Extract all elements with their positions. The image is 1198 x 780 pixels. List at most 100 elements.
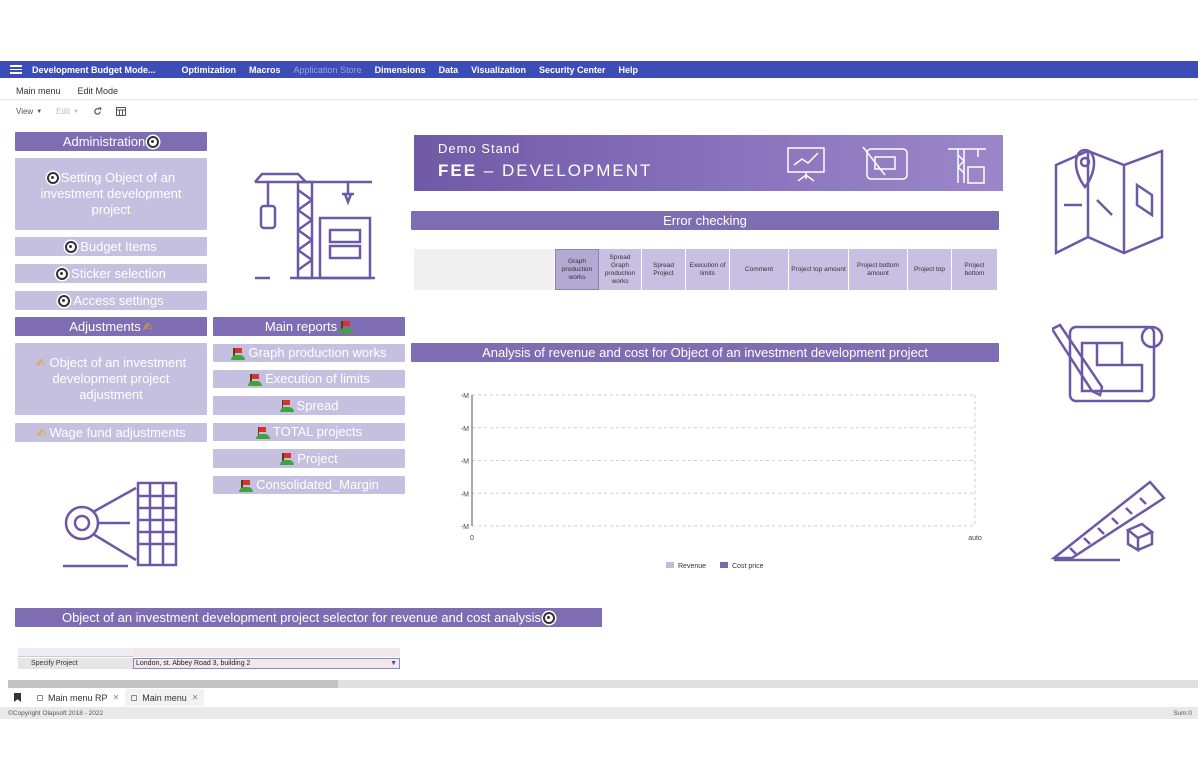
spread-button[interactable]: Spread <box>213 396 405 415</box>
sheet-icon <box>37 694 43 701</box>
analysis-header: Analysis of revenue and cost for Object … <box>411 343 999 362</box>
blueprint-banner-icon <box>862 146 908 180</box>
copyright-text: ©Copyright Olapsoft 2018 - 2022 <box>8 710 104 717</box>
golf-flag-icon <box>231 347 246 360</box>
spread-label: Spread <box>296 397 339 413</box>
bookmark-icon[interactable] <box>14 693 21 702</box>
hamburger-menu-icon[interactable] <box>10 65 22 74</box>
total-projects-label: TOTAL projects <box>272 424 363 439</box>
graph-production-label: Graph production works <box>248 345 387 360</box>
golf-flag-icon <box>248 373 263 386</box>
column-header[interactable]: Comment <box>730 249 789 290</box>
ruler-illustration-icon <box>1050 480 1166 562</box>
setting-object-label: Setting Object of an investment developm… <box>35 170 187 218</box>
close-icon[interactable]: ✕ <box>192 693 199 702</box>
edit-dropdown[interactable]: Edit ▼ <box>56 107 79 116</box>
edit-label: Edit <box>56 107 70 116</box>
demo-banner: Demo Stand FEE – DEVELOPMENT <box>414 135 1003 191</box>
table-row-header-cell <box>414 249 555 290</box>
menu-help[interactable]: Help <box>619 65 639 75</box>
object-adjustment-label: ✍ Object of an investment development pr… <box>33 355 189 403</box>
error-checking-table: Graph production works Spread Graph prod… <box>414 249 997 290</box>
y-tick-label: -M <box>461 524 469 531</box>
refresh-icon <box>94 107 102 115</box>
sheet-tab-main-menu-rp[interactable]: Main menu RP ✕ <box>31 689 125 706</box>
gear-icon <box>65 240 78 253</box>
writing-hand-icon: ✍ <box>36 425 47 440</box>
presentation-board-icon <box>787 147 825 182</box>
object-adjustment-button[interactable]: ✍ Object of an investment development pr… <box>15 343 207 415</box>
sticker-selection-label: Sticker selection <box>71 265 166 281</box>
setting-object-button[interactable]: Setting Object of an investment developm… <box>15 158 207 230</box>
sub-menu: Main menu Edit Mode <box>16 86 118 96</box>
administration-header: Administration <box>15 132 207 151</box>
menu-security-center[interactable]: Security Center <box>539 65 606 75</box>
app-title[interactable]: Development Budget Mode... <box>32 65 156 75</box>
view-dropdown[interactable]: View ▼ <box>16 107 42 116</box>
banner-fee-text: FEE – DEVELOPMENT <box>438 161 652 181</box>
access-settings-button[interactable]: Access settings <box>15 291 207 310</box>
specify-project-label: Specify Project <box>18 658 133 669</box>
column-header[interactable]: Project top amount <box>789 249 849 290</box>
error-checking-title: Error checking <box>663 213 747 228</box>
y-tick-label: -M <box>461 491 469 498</box>
menu-application-store[interactable]: Application Store <box>294 65 362 75</box>
gear-icon <box>147 135 160 148</box>
menu-optimization[interactable]: Optimization <box>182 65 237 75</box>
project-select[interactable]: London, st. Abbey Road 3, building 2 ▼ <box>133 658 400 669</box>
graph-production-button[interactable]: Graph production works <box>213 344 405 362</box>
chevron-down-icon: ▼ <box>36 108 43 115</box>
chevron-down-icon[interactable]: ▼ <box>390 659 397 668</box>
toolbar: View ▼ Edit ▼ <box>16 107 140 116</box>
menu-dimensions[interactable]: Dimensions <box>375 65 426 75</box>
tab-edit-mode[interactable]: Edit Mode <box>78 86 119 96</box>
menu-visualization[interactable]: Visualization <box>471 65 526 75</box>
project-button[interactable]: Project <box>213 449 405 468</box>
column-header[interactable]: Execution of limits <box>686 249 730 290</box>
sheet-tab-main-menu[interactable]: Main menu ✕ <box>125 689 205 706</box>
adjustments-label: Adjustments <box>69 319 141 334</box>
budget-items-label: Budget Items <box>80 238 157 254</box>
wage-fund-button[interactable]: ✍ Wage fund adjustments <box>15 423 207 442</box>
column-header[interactable]: Graph production works <box>555 249 599 290</box>
administration-label: Administration <box>62 134 146 149</box>
column-header[interactable]: Spread Graph production works <box>599 249 642 290</box>
execution-limits-button[interactable]: Execution of limits <box>213 370 405 388</box>
crane-banner-icon <box>948 148 986 184</box>
scrollbar-thumb[interactable] <box>8 680 338 688</box>
y-tick-label: -M <box>461 459 469 466</box>
x-tick-label: 0 <box>470 535 474 542</box>
column-header[interactable]: Spread Project <box>642 249 686 290</box>
refresh-button[interactable] <box>93 107 102 116</box>
gear-icon <box>46 172 59 184</box>
sticker-selection-button[interactable]: Sticker selection <box>15 264 207 283</box>
project-label: Project <box>297 450 338 466</box>
view-label: View <box>16 107 34 116</box>
close-icon[interactable]: ✕ <box>113 693 120 702</box>
main-reports-header: Main reports <box>213 317 405 336</box>
gear-icon <box>58 294 71 307</box>
access-settings-label: Access settings <box>73 292 164 308</box>
top-menu-bar: Development Budget Mode... Optimization … <box>0 61 1198 78</box>
gear-icon <box>543 611 556 624</box>
revenue-cost-chart: -M-M-M-M-M0 autoRevenue Cost price <box>461 393 982 570</box>
tab-main-menu[interactable]: Main menu <box>16 86 61 96</box>
sheet-icon <box>131 694 138 701</box>
banner-fee-rest: – DEVELOPMENT <box>477 161 653 180</box>
total-projects-button[interactable]: TOTAL projects <box>213 423 405 441</box>
column-header[interactable]: Project bottom amount <box>849 249 908 290</box>
budget-items-button[interactable]: Budget Items <box>15 237 207 256</box>
consolidated-margin-button[interactable]: Consolidated_Margin <box>213 476 405 494</box>
sum-readout: Sum:0 <box>1173 710 1192 717</box>
map-illustration-icon <box>1054 148 1164 256</box>
column-header[interactable]: Project bottom <box>952 249 997 290</box>
adjustments-header: Adjustments ✍ <box>15 317 207 336</box>
calculator-button[interactable] <box>115 107 126 116</box>
column-header[interactable]: Project top <box>908 249 952 290</box>
menu-data[interactable]: Data <box>439 65 459 75</box>
selector-header: Object of an investment development proj… <box>15 608 602 627</box>
tab-label: Main menu RP <box>48 692 108 703</box>
menu-macros[interactable]: Macros <box>249 65 281 75</box>
error-checking-header: Error checking <box>411 211 999 230</box>
legend-swatch <box>720 562 728 568</box>
